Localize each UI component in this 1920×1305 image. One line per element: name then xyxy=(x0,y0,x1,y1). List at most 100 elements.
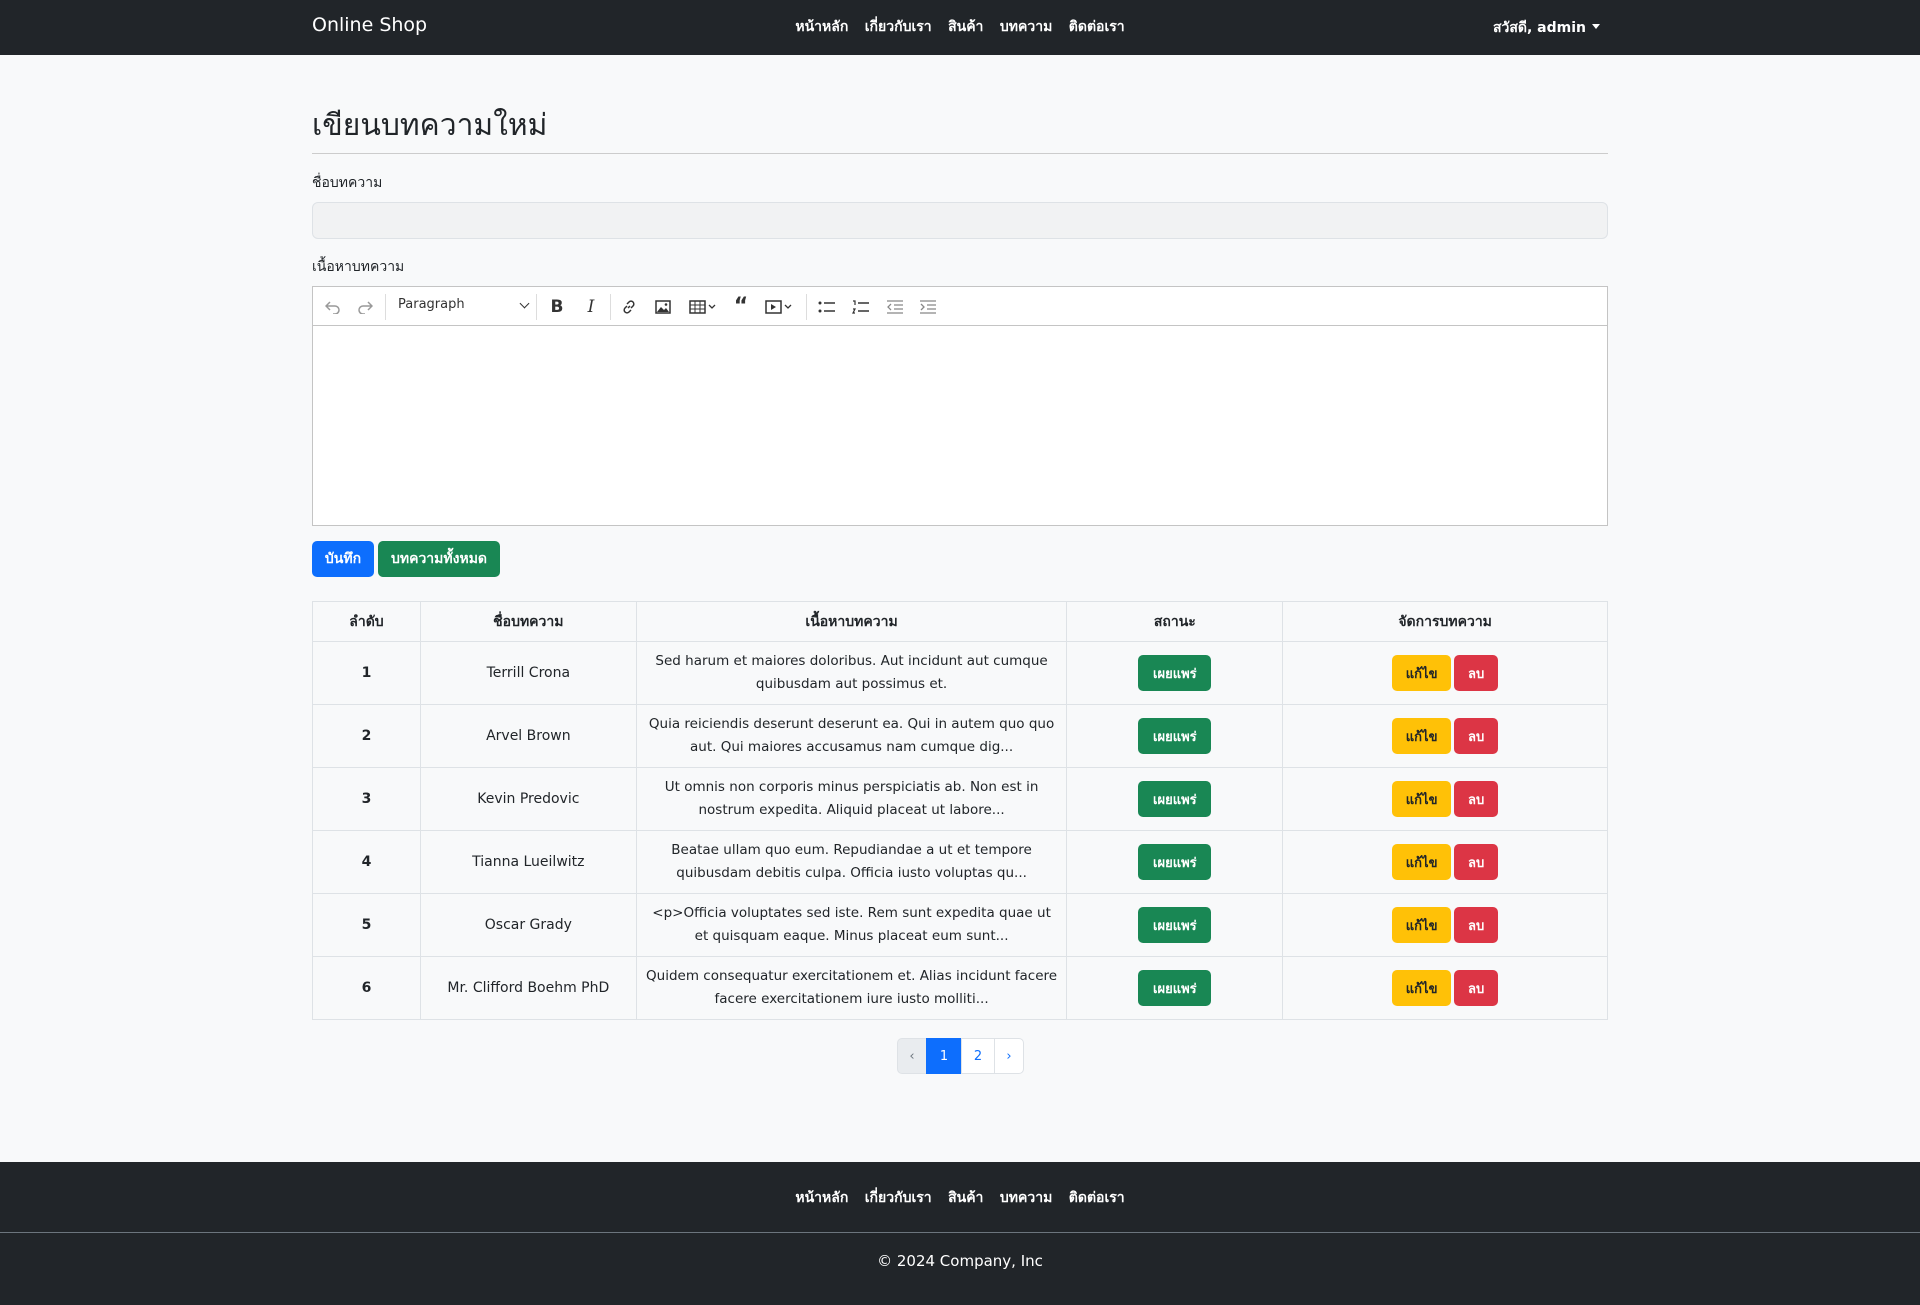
row-index: 1 xyxy=(312,641,421,705)
toolbar-separator xyxy=(806,294,807,320)
row-content: Beatae ullam quo eum. Repudiandae a ut e… xyxy=(635,830,1068,894)
row-content: Quia reiciendis deserunt deserunt ea. Qu… xyxy=(635,704,1068,768)
nav-link-articles[interactable]: บทความ xyxy=(1000,19,1052,35)
main-nav: หน้าหลัก เกี่ยวกับเรา สินค้า บทความ ติดต… xyxy=(0,16,1920,38)
publish-button[interactable]: เผยแพร่ xyxy=(1138,655,1212,691)
chevron-down-icon xyxy=(519,298,530,309)
row-actions-cell: แก้ไข ลบ xyxy=(1282,830,1608,894)
user-greeting: สวัสดี, admin xyxy=(1492,20,1586,36)
delete-button[interactable]: ลบ xyxy=(1454,655,1499,691)
pagination: ‹ 1 2 › xyxy=(897,1038,1024,1074)
publish-button[interactable]: เผยแพร่ xyxy=(1138,781,1212,817)
edit-button[interactable]: แก้ไข xyxy=(1392,781,1452,817)
content-label: เนื้อหาบทความ xyxy=(312,259,405,275)
footer-link-products[interactable]: สินค้า xyxy=(948,1190,983,1206)
row-content: Quidem consequatur exercitationem et. Al… xyxy=(635,956,1068,1020)
media-icon[interactable] xyxy=(759,287,799,326)
table-row: 5 Oscar Grady <p>Officia voluptates sed … xyxy=(312,893,1608,957)
toolbar-separator xyxy=(536,294,537,320)
delete-button[interactable]: ลบ xyxy=(1454,844,1499,880)
publish-button[interactable]: เผยแพร่ xyxy=(1138,970,1212,1006)
edit-button[interactable]: แก้ไข xyxy=(1392,844,1452,880)
rich-text-editor: Paragraph B I “ xyxy=(312,286,1608,526)
delete-button[interactable]: ลบ xyxy=(1454,718,1499,754)
pagination-page-1[interactable]: 1 xyxy=(926,1038,962,1074)
page-title: เขียนบทความใหม่ xyxy=(312,108,548,143)
footer-link-about[interactable]: เกี่ยวกับเรา xyxy=(865,1190,932,1206)
delete-button[interactable]: ลบ xyxy=(1454,781,1499,817)
pagination-page-2[interactable]: 2 xyxy=(961,1038,995,1074)
header-status: สถานะ xyxy=(1066,601,1284,642)
redo-icon[interactable] xyxy=(353,287,377,326)
row-status-cell: เผยแพร่ xyxy=(1066,767,1284,831)
table-row: 6 Mr. Clifford Boehm PhD Quidem consequa… xyxy=(312,956,1608,1020)
row-actions-cell: แก้ไข ลบ xyxy=(1282,956,1608,1020)
row-index: 2 xyxy=(312,704,421,768)
row-status-cell: เผยแพร่ xyxy=(1066,830,1284,894)
nav-link-home[interactable]: หน้าหลัก xyxy=(795,19,848,35)
nav-link-about[interactable]: เกี่ยวกับเรา xyxy=(865,19,932,35)
row-actions-cell: แก้ไข ลบ xyxy=(1282,704,1608,768)
edit-button[interactable]: แก้ไข xyxy=(1392,907,1452,943)
bold-icon[interactable]: B xyxy=(543,287,571,326)
pagination-next[interactable]: › xyxy=(994,1038,1024,1074)
row-status-cell: เผยแพร่ xyxy=(1066,893,1284,957)
row-index: 5 xyxy=(312,893,421,957)
row-actions-cell: แก้ไข ลบ xyxy=(1282,767,1608,831)
numbered-list-icon[interactable] xyxy=(847,287,875,326)
footer-divider xyxy=(0,1232,1920,1233)
link-icon[interactable] xyxy=(615,287,643,326)
edit-button[interactable]: แก้ไข xyxy=(1392,718,1452,754)
delete-button[interactable]: ลบ xyxy=(1454,970,1499,1006)
table-row: 4 Tianna Lueilwitz Beatae ullam quo eum.… xyxy=(312,830,1608,894)
footer-link-home[interactable]: หน้าหลัก xyxy=(795,1190,848,1206)
row-title: Kevin Predovic xyxy=(419,767,637,831)
table-icon[interactable] xyxy=(683,287,723,326)
table-row: 3 Kevin Predovic Ut omnis non corporis m… xyxy=(312,767,1608,831)
footer: หน้าหลัก เกี่ยวกับเรา สินค้า บทความ ติดต… xyxy=(0,1162,1920,1305)
bulleted-list-icon[interactable] xyxy=(813,287,841,326)
title-label: ชื่อบทความ xyxy=(312,175,383,191)
row-status-cell: เผยแพร่ xyxy=(1066,704,1284,768)
toolbar-separator xyxy=(385,294,386,320)
row-content: Sed harum et maiores doloribus. Aut inci… xyxy=(635,641,1068,705)
footer-nav: หน้าหลัก เกี่ยวกับเรา สินค้า บทความ ติดต… xyxy=(0,1187,1920,1209)
row-index: 6 xyxy=(312,956,421,1020)
undo-icon[interactable] xyxy=(321,287,345,326)
paragraph-select[interactable]: Paragraph xyxy=(398,297,530,312)
nav-link-products[interactable]: สินค้า xyxy=(948,19,983,35)
table-row: 2 Arvel Brown Quia reiciendis deserunt d… xyxy=(312,704,1608,768)
publish-button[interactable]: เผยแพร่ xyxy=(1138,907,1212,943)
delete-button[interactable]: ลบ xyxy=(1454,907,1499,943)
image-icon[interactable] xyxy=(649,287,677,326)
row-title: Mr. Clifford Boehm PhD xyxy=(419,956,637,1020)
publish-button[interactable]: เผยแพร่ xyxy=(1138,844,1212,880)
outdent-icon[interactable] xyxy=(881,287,909,326)
user-dropdown[interactable]: สวัสดี, admin xyxy=(1493,17,1600,39)
italic-icon[interactable]: I xyxy=(577,287,605,326)
copyright-text: © 2024 Company, Inc xyxy=(877,1252,1043,1270)
quote-icon[interactable]: “ xyxy=(727,287,755,326)
publish-button[interactable]: เผยแพร่ xyxy=(1138,718,1212,754)
header-content: เนื้อหาบทความ xyxy=(635,601,1068,642)
top-navbar: Online Shop หน้าหลัก เกี่ยวกับเรา สินค้า… xyxy=(0,0,1920,55)
row-index: 3 xyxy=(312,767,421,831)
row-index: 4 xyxy=(312,830,421,894)
paragraph-select-value: Paragraph xyxy=(398,297,465,312)
editor-content-area[interactable] xyxy=(313,326,1607,525)
footer-link-contact[interactable]: ติดต่อเรา xyxy=(1069,1190,1125,1206)
edit-button[interactable]: แก้ไข xyxy=(1392,970,1452,1006)
all-articles-button[interactable]: บทความทั้งหมด xyxy=(378,541,500,577)
footer-link-articles[interactable]: บทความ xyxy=(1000,1190,1052,1206)
nav-link-contact[interactable]: ติดต่อเรา xyxy=(1069,19,1125,35)
table-row: 1 Terrill Crona Sed harum et maiores dol… xyxy=(312,641,1608,705)
pagination-prev[interactable]: ‹ xyxy=(897,1038,927,1074)
article-title-input[interactable] xyxy=(312,202,1608,239)
toolbar-separator xyxy=(610,294,611,320)
row-status-cell: เผยแพร่ xyxy=(1066,956,1284,1020)
row-content: Ut omnis non corporis minus perspiciatis… xyxy=(635,767,1068,831)
table-header-row: ลำดับ ชื่อบทความ เนื้อหาบทความ สถานะ จัด… xyxy=(312,601,1608,642)
edit-button[interactable]: แก้ไข xyxy=(1392,655,1452,691)
save-button[interactable]: บันทึก xyxy=(312,541,374,577)
indent-icon[interactable] xyxy=(914,287,942,326)
